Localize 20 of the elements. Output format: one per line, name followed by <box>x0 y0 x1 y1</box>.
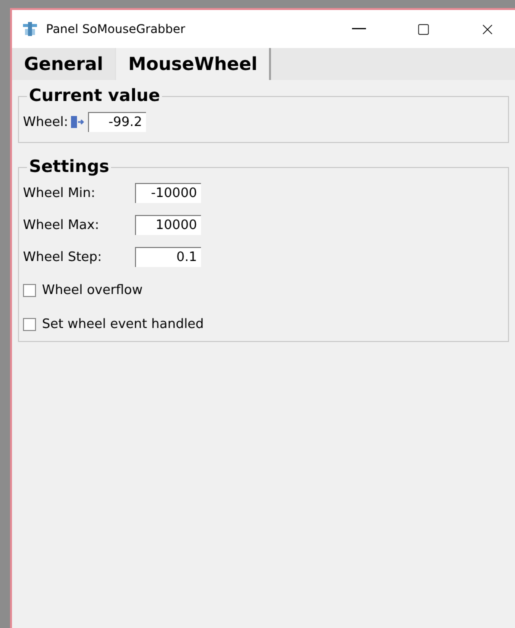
field-label: Wheel Step: <box>23 250 103 264</box>
maximize-icon <box>416 22 430 36</box>
field-label: Wheel Min: <box>23 186 96 200</box>
group-title: Current value <box>28 86 162 106</box>
group-title: Settings <box>28 157 110 177</box>
tab[interactable]: General <box>12 48 116 80</box>
checkbox[interactable] <box>23 284 36 296</box>
value-field[interactable]: -99.2 <box>88 112 146 132</box>
slider-arrow-icon <box>70 115 86 129</box>
minimize-icon <box>352 28 366 30</box>
number-field[interactable]: 0.1 <box>135 247 201 267</box>
checkbox[interactable] <box>23 318 36 330</box>
checkbox-label: Wheel overflow <box>42 282 143 298</box>
field-label: Wheel: <box>23 114 68 130</box>
window-title: Panel SoMouseGrabber <box>46 22 186 36</box>
app-icon <box>22 21 38 37</box>
checkbox-label: Set wheel event handled <box>42 316 204 332</box>
number-field[interactable]: -10000 <box>135 183 201 203</box>
number-field[interactable]: 10000 <box>135 215 201 235</box>
field-label: Wheel Max: <box>23 218 100 232</box>
